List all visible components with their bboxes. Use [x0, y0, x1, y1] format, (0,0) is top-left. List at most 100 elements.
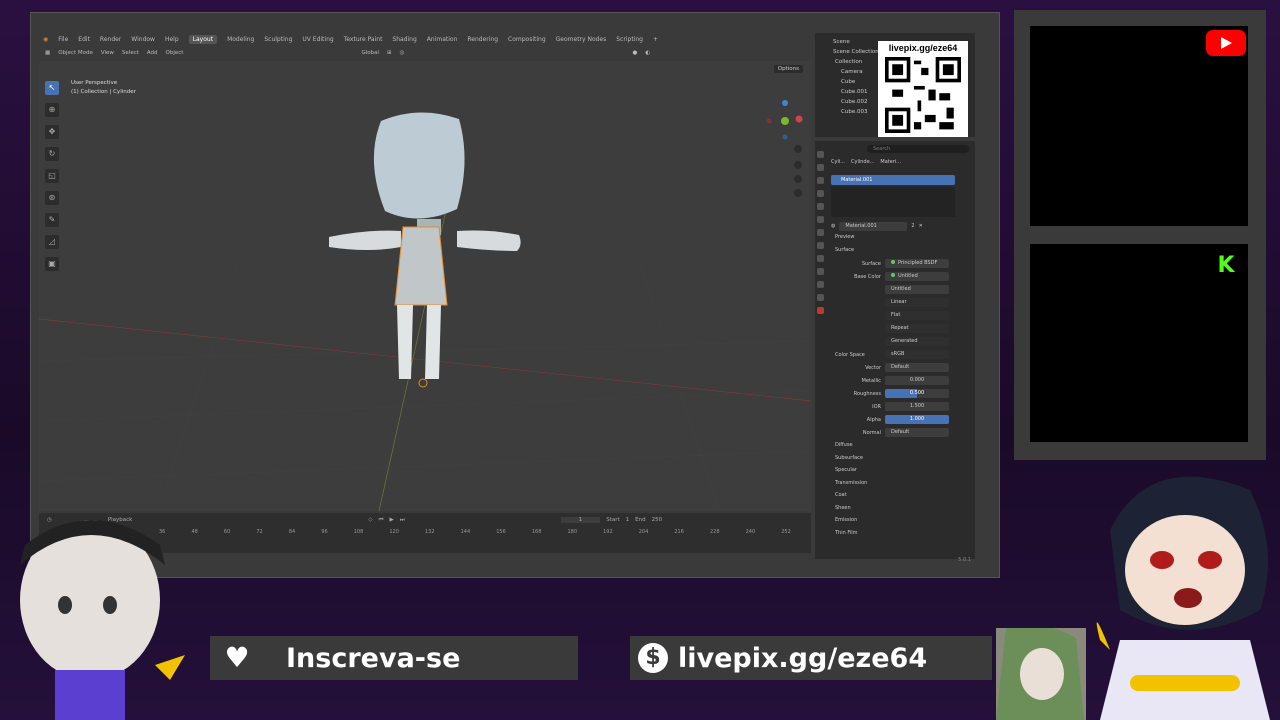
- end-frame-field[interactable]: 250: [652, 517, 663, 523]
- material-name-field[interactable]: Material.001: [839, 221, 908, 231]
- projection-select[interactable]: Flat: [885, 311, 949, 320]
- vector-field[interactable]: Default: [885, 363, 949, 372]
- donation-banner[interactable]: $ livepix.gg/eze64: [630, 636, 992, 680]
- normal-field[interactable]: Default: [885, 428, 949, 437]
- tab-texture-paint[interactable]: Texture Paint: [344, 36, 383, 43]
- tab-layout[interactable]: Layout: [188, 34, 218, 44]
- snap-icon[interactable]: ⊞: [387, 50, 392, 56]
- metallic-slider[interactable]: 0.000: [885, 376, 949, 385]
- surface-shader-select[interactable]: Principled BSDF: [885, 259, 949, 268]
- tab-geometry-nodes[interactable]: Geometry Nodes: [556, 36, 607, 43]
- jump-end-icon[interactable]: ⏭: [400, 517, 405, 524]
- constraints-tab-icon[interactable]: [816, 281, 824, 288]
- specular-panel-header[interactable]: Specular: [831, 464, 973, 477]
- surface-panel-header[interactable]: Surface: [831, 244, 973, 257]
- blender-logo-icon[interactable]: ◉: [43, 36, 48, 43]
- breadcrumb-mesh[interactable]: Cylinde...: [851, 159, 874, 165]
- ruler-tick-label: 180: [567, 529, 578, 535]
- jump-start-icon[interactable]: ⏮: [379, 517, 384, 524]
- object-tab-icon[interactable]: [816, 229, 824, 236]
- play-icon[interactable]: ▶: [390, 517, 394, 523]
- coat-panel-header[interactable]: Coat: [831, 489, 973, 502]
- menu-file[interactable]: File: [58, 36, 68, 43]
- menu-select[interactable]: Select: [122, 50, 139, 56]
- roughness-slider[interactable]: 0.500: [885, 389, 949, 398]
- cursor-tool-icon[interactable]: ⊕: [45, 103, 59, 117]
- tab-sculpting[interactable]: Sculpting: [264, 36, 292, 43]
- move-tool-icon[interactable]: ✥: [45, 125, 59, 139]
- 3d-viewport[interactable]: User Perspective (1) Collection | Cylind…: [39, 61, 811, 511]
- breadcrumb-object[interactable]: Cyli...: [831, 159, 845, 165]
- scale-tool-icon[interactable]: ◱: [45, 169, 59, 183]
- start-frame-field[interactable]: 1: [626, 517, 630, 523]
- render-tab-icon[interactable]: [816, 164, 824, 171]
- tab-animation[interactable]: Animation: [427, 36, 458, 43]
- view-layer-tab-icon[interactable]: [816, 190, 824, 197]
- source-select[interactable]: Generated: [885, 337, 949, 346]
- select-tool-icon[interactable]: ↖: [45, 81, 59, 95]
- measure-tool-icon[interactable]: ◿: [45, 235, 59, 249]
- preview-panel-header[interactable]: Preview: [831, 231, 973, 244]
- base-color-link[interactable]: Untitled: [885, 272, 949, 281]
- end-label: End: [635, 517, 646, 523]
- tab-scripting[interactable]: Scripting: [616, 36, 643, 43]
- interpolation-select[interactable]: Linear: [885, 298, 949, 307]
- menu-view[interactable]: View: [101, 50, 114, 56]
- menu-edit[interactable]: Edit: [78, 36, 90, 43]
- particles-tab-icon[interactable]: [816, 255, 824, 262]
- data-tab-icon[interactable]: [816, 294, 824, 301]
- menu-window[interactable]: Window: [131, 36, 155, 43]
- menu-help[interactable]: Help: [165, 36, 179, 43]
- add-workspace-button[interactable]: +: [653, 36, 658, 43]
- physics-tab-icon[interactable]: [816, 268, 824, 275]
- diffuse-panel-header[interactable]: Diffuse: [831, 439, 973, 452]
- metallic-label: Metallic: [861, 377, 881, 384]
- transform-tool-icon[interactable]: ⊛: [45, 191, 59, 205]
- ior-slider[interactable]: 1.500: [885, 402, 949, 411]
- tab-modeling[interactable]: Modeling: [227, 36, 254, 43]
- material-browse-icon[interactable]: ◍: [831, 223, 835, 229]
- extension-select[interactable]: Repeat: [885, 324, 949, 333]
- menu-add[interactable]: Add: [147, 50, 158, 56]
- add-cube-tool-icon[interactable]: ▣: [45, 257, 59, 271]
- editor-type-icon[interactable]: ▦: [45, 50, 50, 56]
- tab-uv-editing[interactable]: UV Editing: [302, 36, 333, 43]
- tab-rendering[interactable]: Rendering: [467, 36, 498, 43]
- keyframe-icon[interactable]: ◇: [368, 517, 372, 523]
- properties-search-input[interactable]: Search: [867, 145, 969, 153]
- thin-film-panel-header[interactable]: Thin Film: [831, 527, 973, 540]
- material-tab-icon[interactable]: [816, 307, 824, 314]
- unlink-material-icon[interactable]: ✕: [919, 223, 923, 229]
- material-users-count[interactable]: 2: [911, 223, 914, 229]
- tab-compositing[interactable]: Compositing: [508, 36, 546, 43]
- alpha-slider[interactable]: 1.000: [885, 415, 949, 424]
- transmission-panel-header[interactable]: Transmission: [831, 477, 973, 490]
- subsurface-panel-header[interactable]: Subsurface: [831, 452, 973, 465]
- sheen-panel-header[interactable]: Sheen: [831, 502, 973, 515]
- material-slot-list[interactable]: [831, 187, 955, 217]
- tab-shading[interactable]: Shading: [392, 36, 416, 43]
- proportional-icon[interactable]: ◎: [400, 50, 405, 56]
- navigation-gizmo[interactable]: [765, 81, 805, 211]
- world-tab-icon[interactable]: [816, 216, 824, 223]
- modifier-tab-icon[interactable]: [816, 242, 824, 249]
- output-tab-icon[interactable]: [816, 177, 824, 184]
- transform-orientation-select[interactable]: Global: [361, 50, 379, 56]
- breadcrumb-material[interactable]: Materi...: [880, 159, 901, 165]
- color-space-select[interactable]: sRGB: [885, 350, 949, 359]
- image-name-field[interactable]: Untitled: [885, 285, 949, 294]
- emission-panel-header[interactable]: Emission: [831, 514, 973, 527]
- shading-solid-icon[interactable]: ●: [632, 50, 637, 56]
- rotate-tool-icon[interactable]: ↻: [45, 147, 59, 161]
- menu-render[interactable]: Render: [100, 36, 121, 43]
- annotate-tool-icon[interactable]: ✎: [45, 213, 59, 227]
- tool-tab-icon[interactable]: [816, 151, 824, 158]
- subscribe-banner[interactable]: ♥ Inscreva-se: [210, 636, 578, 680]
- current-frame-field[interactable]: 1: [560, 517, 601, 523]
- mode-select[interactable]: Object Mode: [58, 50, 93, 56]
- options-button[interactable]: Options: [773, 65, 803, 73]
- scene-tab-icon[interactable]: [816, 203, 824, 210]
- material-slot-item[interactable]: Material.001: [831, 175, 955, 185]
- menu-object[interactable]: Object: [166, 50, 184, 56]
- shading-material-icon[interactable]: ◐: [645, 50, 650, 56]
